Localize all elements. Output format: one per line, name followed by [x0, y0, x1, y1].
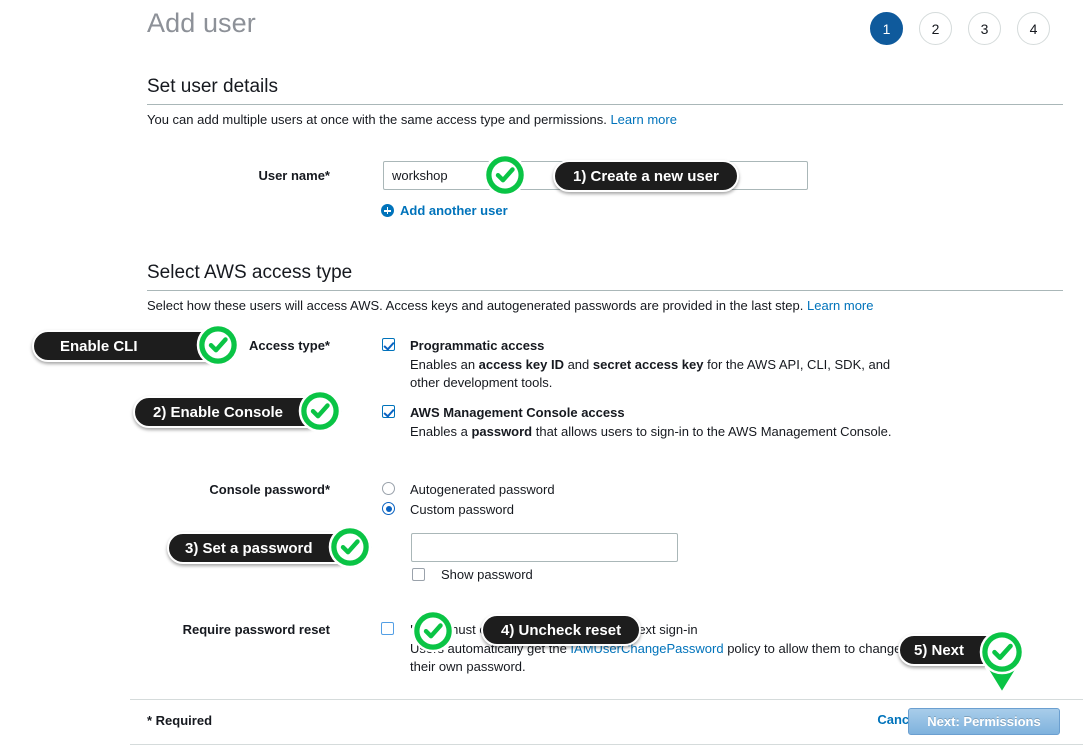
section-divider-2	[147, 290, 1063, 291]
add-another-user-label: Add another user	[400, 203, 508, 218]
set-user-details-heading: Set user details	[147, 76, 278, 97]
annotation-badge-1	[476, 148, 530, 202]
desc-part-2: that allows users to sign-in to the AWS …	[532, 424, 892, 439]
desc-part-1: Enables a	[410, 424, 472, 439]
section-divider-1	[147, 104, 1063, 105]
next-permissions-button[interactable]: Next: Permissions	[908, 708, 1060, 735]
custom-password-label: Custom password	[410, 502, 515, 517]
annotation-label-1: 1) Create a new user	[553, 160, 739, 192]
description-text: Select how these users will access AWS. …	[147, 298, 804, 313]
desc-bold-2: secret access key	[592, 357, 704, 372]
show-password-checkbox[interactable]	[412, 568, 425, 581]
desc-bold-1: password	[471, 424, 533, 439]
description-text: You can add multiple users at once with …	[147, 112, 607, 127]
console-password-label: Console password*	[209, 482, 330, 497]
access-type-heading: Select AWS access type	[147, 262, 353, 283]
footer-divider-bottom	[130, 744, 1083, 745]
require-password-reset-checkbox[interactable]	[381, 622, 394, 635]
console-access-description: Enables a password that allows users to …	[410, 423, 930, 441]
step-2[interactable]: 2	[919, 12, 952, 45]
programmatic-access-title: Programmatic access	[410, 338, 545, 353]
plus-circle-icon	[381, 204, 394, 217]
desc-part-1: Enables an	[410, 357, 479, 372]
page-title: Add user	[147, 8, 256, 38]
add-user-page: Add user 1 2 3 4 Set user details You ca…	[0, 0, 1083, 753]
learn-more-link-2[interactable]: Learn more	[807, 298, 873, 313]
annotation-badge-6	[971, 621, 1033, 703]
user-name-label: User name*	[258, 168, 330, 183]
desc-part-2: and	[563, 357, 593, 372]
annotation-label-5: 4) Uncheck reset	[481, 614, 642, 646]
console-access-title: AWS Management Console access	[410, 405, 625, 420]
require-password-reset-label: Require password reset	[182, 622, 330, 637]
programmatic-access-description: Enables an access key ID and secret acce…	[410, 356, 920, 392]
custom-password-input[interactable]	[411, 533, 678, 562]
programmatic-access-checkbox[interactable]	[382, 338, 395, 351]
annotation-badge-4	[325, 520, 379, 574]
annotation-badge-3	[295, 384, 349, 438]
show-password-label: Show password	[441, 567, 533, 582]
step-indicator: 1 2 3 4	[870, 12, 1050, 45]
step-1[interactable]: 1	[870, 12, 903, 45]
access-type-description: Select how these users will access AWS. …	[147, 297, 873, 314]
learn-more-link-1[interactable]: Learn more	[610, 112, 676, 127]
console-access-checkbox[interactable]	[382, 405, 395, 418]
footer-divider-top	[130, 699, 1083, 700]
step-4[interactable]: 4	[1017, 12, 1050, 45]
desc-bold-1: access key ID	[478, 357, 564, 372]
custom-password-radio[interactable]	[382, 502, 395, 515]
annotation-badge-5	[404, 604, 458, 658]
autogenerated-password-label: Autogenerated password	[410, 482, 555, 497]
autogenerated-password-radio[interactable]	[382, 482, 395, 495]
add-another-user-button[interactable]: Add another user	[381, 203, 508, 218]
required-note: * Required	[147, 713, 213, 728]
password-reset-desc-line2: Users automatically get the IAMUserChang…	[410, 640, 930, 676]
annotation-badge-2	[193, 318, 247, 372]
set-user-details-description: You can add multiple users at once with …	[147, 111, 677, 128]
step-3[interactable]: 3	[968, 12, 1001, 45]
